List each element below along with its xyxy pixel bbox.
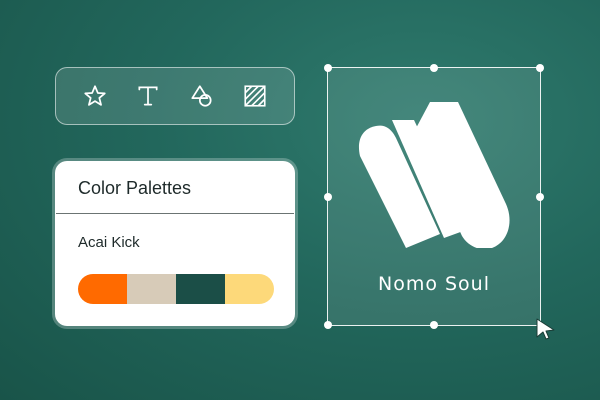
resize-handle-bottom[interactable] — [430, 321, 438, 329]
selected-logo-frame[interactable]: Nomo Soul — [324, 64, 544, 329]
shapes-icon — [191, 85, 212, 107]
design-toolbar — [55, 67, 295, 125]
text-icon — [138, 86, 158, 106]
resize-handle-bottom-left[interactable] — [324, 321, 332, 329]
shapes-tool-button[interactable] — [184, 78, 220, 114]
color-swatch[interactable] — [127, 274, 176, 304]
color-palettes-panel: Color Palettes Acai Kick — [55, 161, 295, 326]
resize-handle-top-left[interactable] — [324, 64, 332, 72]
resize-handle-left[interactable] — [324, 192, 332, 201]
star-icon — [84, 85, 106, 106]
resize-handle-top-right[interactable] — [536, 64, 544, 72]
nomo-soul-logo-icon — [358, 102, 510, 248]
mouse-cursor-icon — [536, 318, 555, 340]
palette-name[interactable]: Acai Kick — [78, 234, 140, 251]
pattern-icon — [244, 85, 266, 107]
pattern-tool-button[interactable] — [237, 78, 273, 114]
color-swatch[interactable] — [78, 274, 127, 304]
color-swatch[interactable] — [176, 274, 225, 304]
color-palettes-title: Color Palettes — [78, 178, 192, 198]
text-tool-button[interactable] — [130, 78, 166, 114]
resize-handle-right[interactable] — [536, 192, 544, 201]
star-tool-button[interactable] — [77, 78, 113, 114]
resize-handle-top[interactable] — [430, 64, 438, 72]
panel-divider — [56, 213, 294, 214]
palette-swatches — [78, 274, 274, 304]
color-swatch[interactable] — [225, 274, 274, 304]
logo-text: Nomo Soul — [377, 273, 490, 295]
